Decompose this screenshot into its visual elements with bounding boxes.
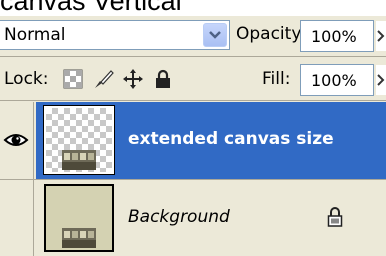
- visibility-toggle[interactable]: [0, 102, 34, 179]
- layer-row-background[interactable]: Background: [0, 180, 386, 256]
- blend-mode-dropdown[interactable]: Normal: [0, 20, 230, 50]
- lock-image-pixels-icon[interactable]: [92, 68, 114, 90]
- canvas-caption: canvas Vertical: [0, 0, 182, 16]
- lock-position-icon[interactable]: [122, 68, 144, 90]
- lock-all-icon[interactable]: [152, 68, 174, 90]
- blend-opacity-row: Normal Opacity: 100%: [0, 16, 386, 56]
- eye-icon[interactable]: [2, 124, 30, 156]
- empty-visibility-box[interactable]: [2, 202, 30, 234]
- layer-thumbnail: [44, 184, 114, 252]
- divider: [0, 56, 386, 57]
- opacity-value: 100%: [311, 27, 357, 46]
- layer-name[interactable]: Background: [128, 206, 230, 228]
- fill-value: 100%: [311, 71, 357, 90]
- fill-slider-arrow-icon[interactable]: [376, 65, 386, 95]
- divider: [0, 100, 386, 101]
- layers-list: extended canvas size Background: [0, 102, 386, 256]
- lock-transparent-pixels-icon[interactable]: [62, 68, 84, 90]
- opacity-slider-arrow-icon[interactable]: [376, 21, 386, 51]
- lock-icon: [326, 206, 346, 228]
- lock-fill-row: Lock: Fill: 100%: [0, 58, 386, 100]
- layer-main[interactable]: extended canvas size: [36, 102, 386, 179]
- building-thumbnail-icon: [62, 150, 96, 170]
- opacity-input[interactable]: 100%: [300, 20, 374, 52]
- chevron-down-icon[interactable]: [203, 23, 227, 47]
- layer-main[interactable]: Background: [36, 180, 386, 256]
- blend-mode-value: Normal: [4, 25, 66, 45]
- building-thumbnail-icon: [62, 228, 96, 248]
- lock-label: Lock:: [4, 69, 49, 89]
- opacity-label: Opacity:: [236, 24, 306, 44]
- visibility-toggle[interactable]: [0, 180, 34, 256]
- layers-panel: Normal Opacity: 100% Lock: Fill: 100% ex…: [0, 16, 386, 256]
- layer-thumbnail: [43, 105, 115, 175]
- layer-row-extended-canvas[interactable]: extended canvas size: [0, 102, 386, 180]
- lock-icons: [62, 67, 174, 91]
- fill-input[interactable]: 100%: [300, 64, 374, 96]
- layer-name[interactable]: extended canvas size: [128, 128, 334, 150]
- fill-label: Fill:: [262, 69, 291, 89]
